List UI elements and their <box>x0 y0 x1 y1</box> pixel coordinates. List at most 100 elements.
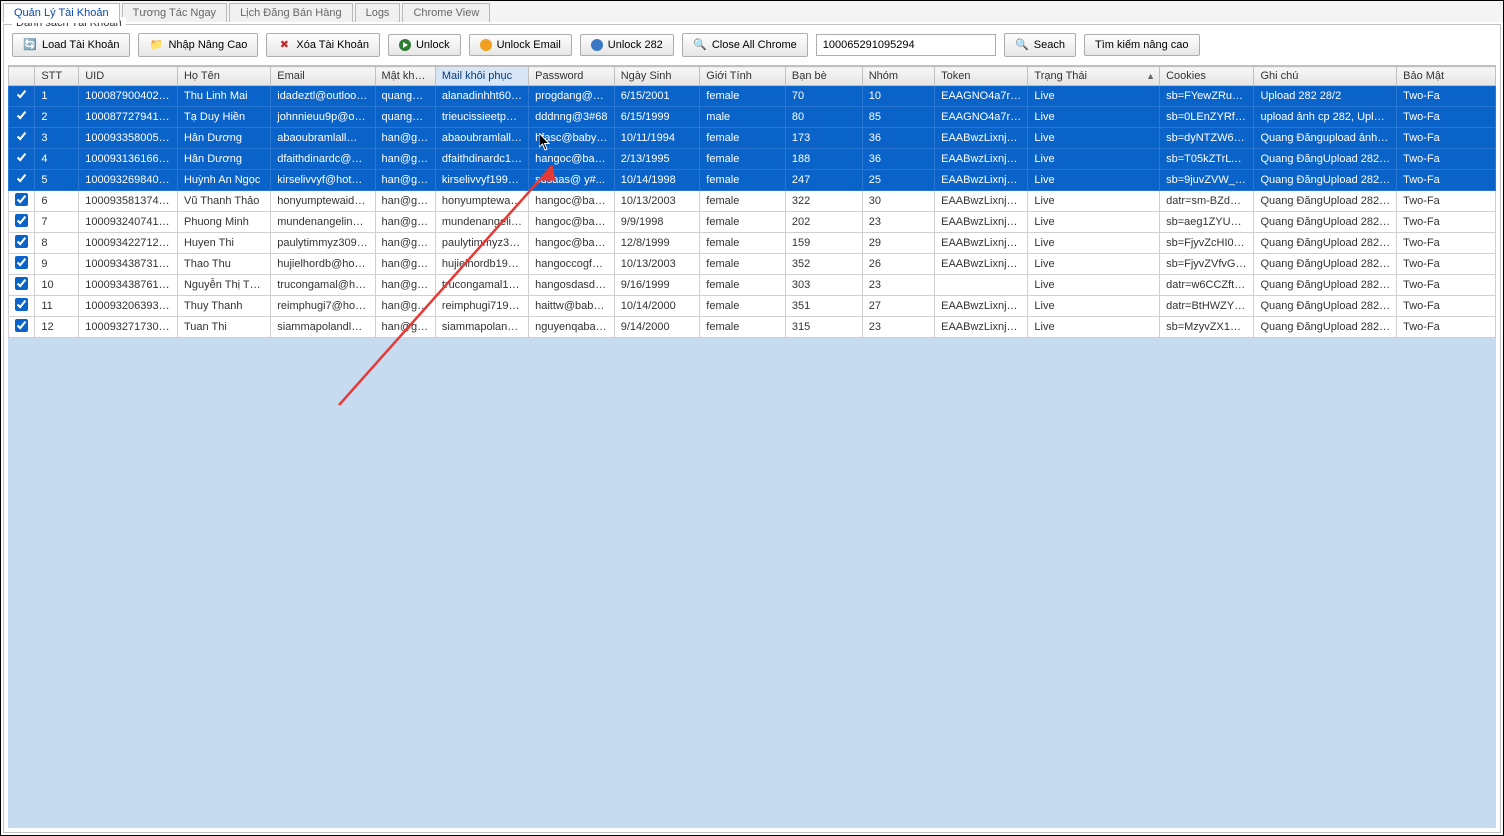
cell-matkhau: han@guye... <box>375 275 435 296</box>
cell-uid: 100093269840508 <box>79 170 178 191</box>
col-ngaysinh[interactable]: Ngày Sinh <box>614 67 700 86</box>
col-cookies[interactable]: Cookies <box>1160 67 1254 86</box>
cell-chk[interactable] <box>9 233 35 254</box>
table-row[interactable]: 7100093240741642Phuong Minhmundenangelin… <box>9 212 1496 233</box>
unlock-282-button[interactable]: Unlock 282 <box>580 34 674 56</box>
col-token[interactable]: Token <box>935 67 1028 86</box>
table-row[interactable]: 8100093422712470Huyen Thipaulytimmyz309@… <box>9 233 1496 254</box>
col-mailkp[interactable]: Mail khôi phục <box>435 67 528 86</box>
tab-0[interactable]: Quản Lý Tài Khoản <box>3 3 120 23</box>
tab-3[interactable]: Logs <box>355 3 401 22</box>
tab-4[interactable]: Chrome View <box>402 3 490 22</box>
cell-cookies: sb=MzyvZX1ZSk... <box>1160 317 1254 338</box>
cell-chk[interactable] <box>9 296 35 317</box>
tab-2[interactable]: Lịch Đăng Bán Hàng <box>229 3 353 22</box>
col-password[interactable]: Password <box>529 67 615 86</box>
row-checkbox[interactable] <box>15 277 28 290</box>
col-chk[interactable] <box>9 67 35 86</box>
unlock-button[interactable]: Unlock <box>388 34 461 56</box>
row-checkbox[interactable] <box>15 151 28 164</box>
cell-chk[interactable] <box>9 170 35 191</box>
col-baomat[interactable]: Bảo Mật <box>1397 67 1496 86</box>
cell-cookies: sb=FjyvZVfvGE9... <box>1160 254 1254 275</box>
col-gioitinh[interactable]: Giới Tính <box>700 67 786 86</box>
cell-trangthai: Live <box>1028 275 1160 296</box>
cell-ngaysinh: 6/15/2001 <box>614 86 700 107</box>
col-nhom[interactable]: Nhóm <box>862 67 934 86</box>
row-checkbox[interactable] <box>15 319 28 332</box>
close-all-chrome-button[interactable]: Close All Chrome <box>682 33 808 57</box>
cell-cookies: sb=9juvZVW_Hf... <box>1160 170 1254 191</box>
row-checkbox[interactable] <box>15 193 28 206</box>
table-row[interactable]: 1100087900402075Thu Linh Maiidadeztl@out… <box>9 86 1496 107</box>
table-row[interactable]: 3100093358005681Hân Dươngabaoubramlall@h… <box>9 128 1496 149</box>
cell-uid: 100093358005681 <box>79 128 178 149</box>
cell-hoten: Thu Linh Mai <box>177 86 270 107</box>
accounts-grid[interactable]: STTUIDHọ TênEmailMật khẩu ...Mail khôi p… <box>8 66 1496 338</box>
search-input[interactable] <box>816 34 996 56</box>
col-email[interactable]: Email <box>271 67 375 86</box>
table-row[interactable]: 4100093136166818Hân Dươngdfaithdinardc@h… <box>9 149 1496 170</box>
col-matkhau[interactable]: Mật khẩu ... <box>375 67 435 86</box>
col-banbe[interactable]: Bạn bè <box>785 67 862 86</box>
cell-matkhau: han@guye... <box>375 254 435 275</box>
cell-ngaysinh: 9/14/2000 <box>614 317 700 338</box>
col-uid[interactable]: UID <box>79 67 178 86</box>
cell-banbe: 322 <box>785 191 862 212</box>
table-row[interactable]: 12100093271730636Tuan Thisiammapolandl@h… <box>9 317 1496 338</box>
cell-chk[interactable] <box>9 128 35 149</box>
cell-cookies: datr=sm-BZdA7O... <box>1160 191 1254 212</box>
cell-chk[interactable] <box>9 275 35 296</box>
cell-token: EAABwzLixnjYB... <box>935 296 1028 317</box>
tab-1[interactable]: Tương Tác Ngay <box>122 3 227 22</box>
cell-chk[interactable] <box>9 191 35 212</box>
cell-trangthai: Live <box>1028 212 1160 233</box>
cell-ghichu: Quang ĐăngUpload 282 3/... <box>1254 212 1397 233</box>
cell-stt: 3 <box>35 128 79 149</box>
table-row[interactable]: 5100093269840508Huỳnh An Ngọckirselivvyf… <box>9 170 1496 191</box>
cell-baomat: Two-Fa <box>1397 275 1496 296</box>
cell-stt: 11 <box>35 296 79 317</box>
cell-token: EAAGNO4a7r2w... <box>935 86 1028 107</box>
cell-matkhau: han@guye... <box>375 191 435 212</box>
row-checkbox[interactable] <box>15 172 28 185</box>
row-checkbox[interactable] <box>15 235 28 248</box>
cell-chk[interactable] <box>9 254 35 275</box>
row-checkbox[interactable] <box>15 298 28 311</box>
cell-chk[interactable] <box>9 149 35 170</box>
cell-chk[interactable] <box>9 86 35 107</box>
table-row[interactable]: 10100093438761743Nguyễn Thị Thảotruconga… <box>9 275 1496 296</box>
cell-nhom: 25 <box>862 170 934 191</box>
cell-email: johnnieuu9p@outl... <box>271 107 375 128</box>
table-row[interactable]: 6100093581374729Vũ Thanh Thảohonyumptewa… <box>9 191 1496 212</box>
col-trangthai[interactable]: Trạng Thái▲ <box>1028 67 1160 86</box>
load-accounts-button[interactable]: Load Tài Khoản <box>12 33 130 57</box>
cell-ghichu: Quang ĐăngUpload 282 3/... <box>1254 275 1397 296</box>
grid-wrapper[interactable]: STTUIDHọ TênEmailMật khẩu ...Mail khôi p… <box>8 65 1496 828</box>
delete-accounts-button[interactable]: Xóa Tài Khoản <box>266 33 380 57</box>
row-checkbox[interactable] <box>15 88 28 101</box>
row-checkbox[interactable] <box>15 130 28 143</box>
cell-email: kirselivvyf@hotma... <box>271 170 375 191</box>
advanced-search-button[interactable]: Tìm kiếm nâng cao <box>1084 34 1200 56</box>
table-row[interactable]: 9100093438731691Thao Thuhujielhordb@hotm… <box>9 254 1496 275</box>
table-row[interactable]: 11100093206393668Thuy Thanhreimphugi7@ho… <box>9 296 1496 317</box>
search-button[interactable]: Seach <box>1004 33 1076 57</box>
table-row[interactable]: 2100087727941589Tạ Duy Hiềnjohnnieuu9p@o… <box>9 107 1496 128</box>
unlock-email-button[interactable]: Unlock Email <box>469 34 572 56</box>
col-hoten[interactable]: Họ Tên <box>177 67 270 86</box>
cell-token <box>935 275 1028 296</box>
col-stt[interactable]: STT <box>35 67 79 86</box>
grid-header-row[interactable]: STTUIDHọ TênEmailMật khẩu ...Mail khôi p… <box>9 67 1496 86</box>
cell-chk[interactable] <box>9 107 35 128</box>
col-ghichu[interactable]: Ghi chú <box>1254 67 1397 86</box>
cell-chk[interactable] <box>9 212 35 233</box>
user-orange-icon <box>480 39 492 51</box>
cell-chk[interactable] <box>9 317 35 338</box>
cell-nhom: 23 <box>862 275 934 296</box>
row-checkbox[interactable] <box>15 214 28 227</box>
row-checkbox[interactable] <box>15 256 28 269</box>
row-checkbox[interactable] <box>15 109 28 122</box>
import-advanced-button[interactable]: Nhập Nâng Cao <box>138 33 258 57</box>
cell-baomat: Two-Fa <box>1397 254 1496 275</box>
